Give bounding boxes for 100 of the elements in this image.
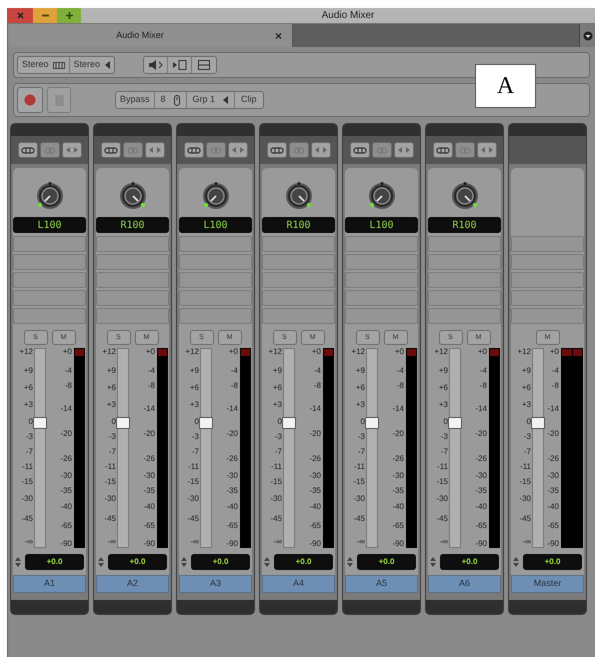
track-name-label[interactable]: A6 [428,575,501,593]
panel-tab[interactable]: Audio Mixer × [8,24,293,47]
stepper-icon[interactable] [180,556,188,568]
insert-slot[interactable] [428,236,501,252]
arrows-button[interactable] [310,142,330,158]
insert-slot[interactable] [511,290,584,306]
insert-slot[interactable] [179,308,252,324]
insert-slot[interactable] [345,308,418,324]
fader-scale-label: -15 [519,478,531,486]
stereo-toggle-button[interactable] [184,142,204,158]
dropdown-menu-icon[interactable] [582,30,592,40]
track-name-label[interactable]: A1 [13,575,86,593]
link-button[interactable] [40,142,60,158]
insert-slot[interactable] [262,290,335,306]
pan-knob[interactable] [118,181,148,211]
insert-slot[interactable] [262,236,335,252]
insert-slot[interactable] [345,236,418,252]
arrows-button[interactable] [144,142,164,158]
insert-slot[interactable] [13,290,86,306]
record-button[interactable] [17,87,43,113]
insert-slot[interactable] [96,254,169,270]
stepper-icon[interactable] [97,556,105,568]
gain-display: +0.0 [440,554,499,570]
stereo-toggle-button[interactable] [100,142,120,158]
insert-slot[interactable] [13,254,86,270]
stepper-icon[interactable] [512,556,520,568]
arrows-button[interactable] [228,142,248,158]
stepper-icon[interactable] [429,556,437,568]
fader-thumb[interactable] [282,417,296,429]
stepper-icon[interactable] [263,556,271,568]
insert-slot[interactable] [179,290,252,306]
stepper-icon[interactable] [346,556,354,568]
arrows-button[interactable] [62,142,82,158]
insert-slot[interactable] [13,272,86,288]
pan-knob[interactable] [450,181,480,211]
insert-slot[interactable] [179,254,252,270]
fader-thumb[interactable] [531,417,545,429]
bank-count-button[interactable]: 8 [154,92,187,108]
pan-knob[interactable] [200,181,230,211]
stereo-output-button[interactable]: Stereo [70,57,114,73]
insert-slot[interactable] [511,236,584,252]
link-button[interactable] [288,142,308,158]
group-button[interactable]: Grp 1 [186,92,236,108]
insert-slot[interactable] [13,236,86,252]
minimize-button[interactable] [33,8,57,23]
insert-slot[interactable] [179,272,252,288]
link-button[interactable] [454,142,474,158]
maximize-button[interactable] [57,8,81,23]
insert-slot[interactable] [345,272,418,288]
stereo-toggle-button[interactable] [350,142,370,158]
fader-scale-label: -11 [437,463,448,471]
master-name-label[interactable]: Master [511,575,584,593]
track-name-label[interactable]: A3 [179,575,252,593]
bypass-button[interactable]: Bypass [116,92,155,108]
insert-slot[interactable] [96,236,169,252]
link-button[interactable] [206,142,226,158]
insert-slot[interactable] [428,290,501,306]
insert-slot[interactable] [428,272,501,288]
fader-thumb[interactable] [448,417,462,429]
link-button[interactable] [122,142,142,158]
insert-slot[interactable] [13,308,86,324]
insert-slot[interactable] [511,308,584,324]
pan-knob[interactable] [34,181,64,211]
insert-slot[interactable] [428,254,501,270]
fader-scale-label: -30 [270,495,282,503]
pan-knob[interactable] [366,181,396,211]
meter-scale-label: -40 [547,503,559,511]
insert-slot[interactable] [345,254,418,270]
track-name-label[interactable]: A4 [262,575,335,593]
link-button[interactable] [372,142,392,158]
insert-slot[interactable] [511,254,584,270]
insert-slot[interactable] [179,236,252,252]
insert-slot[interactable] [96,290,169,306]
pan-knob[interactable] [284,181,314,211]
insert-slot[interactable] [262,272,335,288]
fader-thumb[interactable] [199,417,213,429]
arrows-button[interactable] [394,142,414,158]
insert-slot[interactable] [262,308,335,324]
stereo-format-button[interactable]: Stereo [18,57,70,73]
insert-slot[interactable] [96,308,169,324]
track-name-label[interactable]: A2 [96,575,169,593]
insert-slot[interactable] [428,308,501,324]
clip-button[interactable]: Clip [235,92,263,108]
fader-scale-label: -∞ [440,538,448,546]
insert-slot[interactable] [262,254,335,270]
meter-scale-label: -90 [392,540,404,548]
stereo-toggle-button[interactable] [266,142,286,158]
fader-thumb[interactable] [116,417,130,429]
track-name-label[interactable]: A5 [345,575,418,593]
fader-thumb[interactable] [33,417,47,429]
insert-slot[interactable] [345,290,418,306]
arrows-button[interactable] [476,142,496,158]
trash-button[interactable] [47,87,71,113]
insert-slot[interactable] [511,272,584,288]
stereo-toggle-button[interactable] [432,142,452,158]
insert-slot[interactable] [96,272,169,288]
fader-thumb[interactable] [365,417,379,429]
close-button[interactable] [8,8,33,23]
stereo-toggle-button[interactable] [18,142,38,158]
stepper-icon[interactable] [14,556,22,568]
